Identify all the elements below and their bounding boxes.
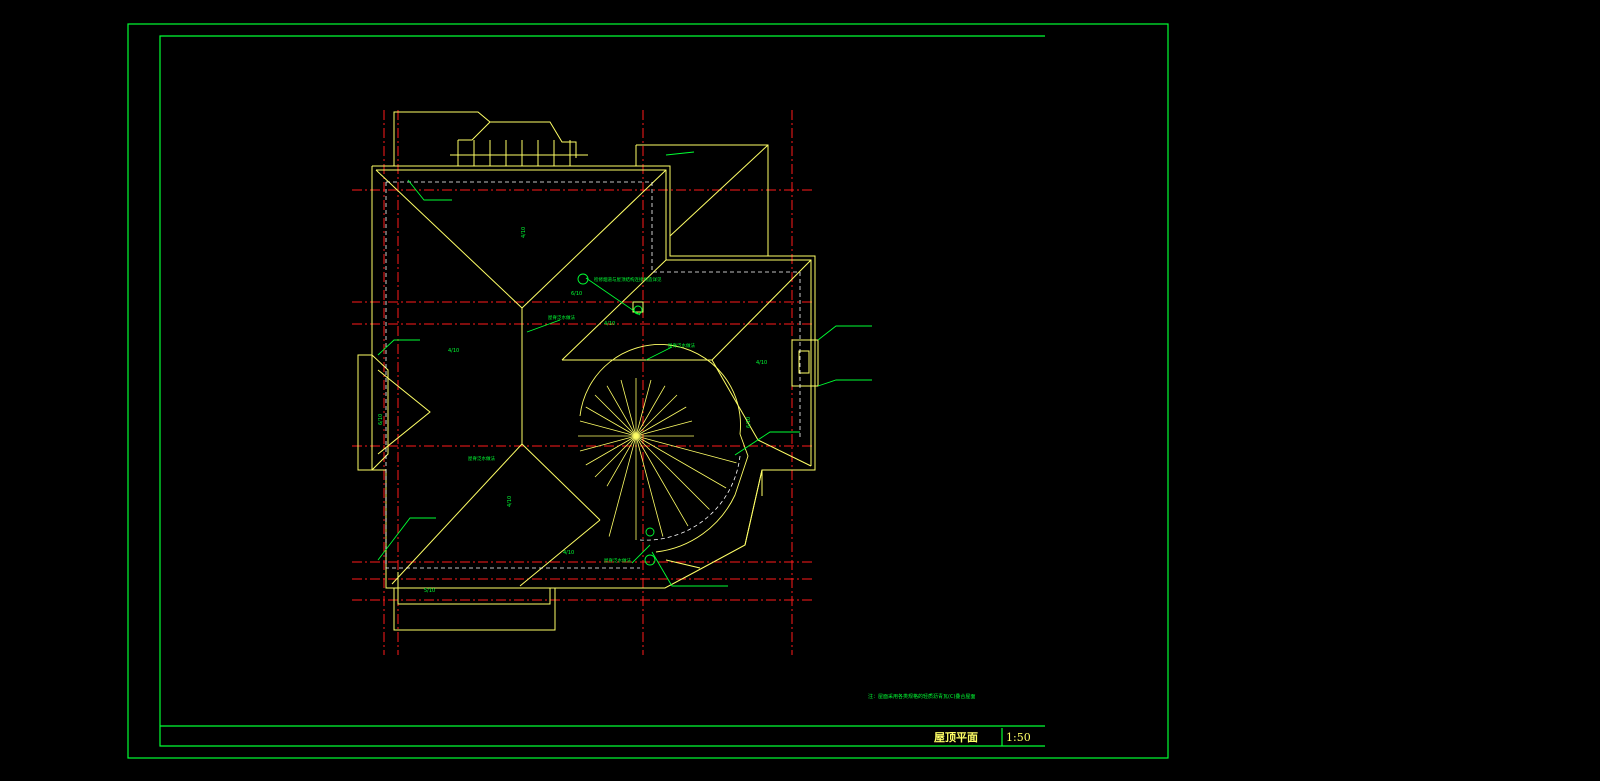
slope-label-9: 5/10	[424, 588, 435, 594]
leader-6	[817, 379, 872, 387]
inner-sheet-border	[159, 35, 1045, 747]
slope-label-10: 4/10	[604, 321, 615, 327]
chimney-flue	[798, 350, 810, 374]
annotation-leaders	[377, 151, 872, 587]
slope-label-3: 6/10	[571, 291, 582, 297]
tower-rafter	[635, 435, 737, 464]
callout-5: 屋脊泛水做法	[468, 455, 495, 462]
callout-1: 检修烟道与屋顶结构连接构造详见	[594, 276, 662, 283]
callout-2: 屋脊泛水做法	[548, 314, 575, 321]
hip-line-9	[757, 439, 812, 467]
tower-rafter	[608, 435, 637, 537]
axis-grid	[352, 110, 815, 655]
leader-9	[585, 277, 641, 316]
tower-outline	[579, 344, 749, 553]
drawing-title: 屋顶平面	[934, 731, 978, 744]
roof-plan-drawing: 屋顶平面 1:50 注：屋面采用各类规格的轻质沥青瓦(C)叠合屋面 4/10 4…	[127, 23, 1169, 759]
gutter-dashed-1	[386, 181, 801, 440]
leader-2	[665, 151, 695, 156]
hip-line-6	[711, 259, 812, 361]
slope-label-2: 4/10	[448, 348, 459, 354]
detail-marker-1	[577, 273, 589, 285]
detail-marker-4	[645, 527, 655, 537]
tower-rafter	[635, 435, 689, 527]
slope-label-5: 6/10	[378, 414, 384, 425]
callout-4: 屋脊泛水做法	[604, 557, 631, 564]
detail-marker-3	[644, 554, 656, 566]
tower-rafter	[635, 435, 710, 510]
tower-rafter	[579, 435, 637, 452]
leader-8	[651, 551, 728, 587]
hip-line-3	[391, 443, 523, 585]
skylight	[632, 301, 644, 313]
conical-tower-roof	[579, 344, 749, 553]
leader-10	[526, 319, 561, 333]
slope-label-1: 4/10	[521, 227, 527, 238]
eave-outline	[357, 165, 816, 589]
slope-label-7: 4/10	[563, 550, 574, 556]
slope-label-6: 4/10	[507, 496, 513, 507]
detail-marker-2	[633, 305, 643, 315]
tower-edge-2	[665, 559, 701, 569]
leader-7	[734, 431, 800, 456]
leader-4	[377, 517, 436, 561]
hip-line-4	[521, 443, 601, 521]
chimney-box	[791, 339, 819, 387]
parapet-outline	[393, 111, 577, 166]
leader-5	[817, 325, 872, 341]
slope-label-8: 6/10	[746, 417, 752, 428]
slope-label-4: 4/10	[756, 360, 767, 366]
slope-labels: 4/10 4/10 6/10 4/10 6/10 4/10 4/10 6/10 …	[378, 227, 767, 594]
hip-line-2	[521, 169, 667, 309]
hip-line-5	[519, 519, 601, 587]
tower-edge	[744, 469, 763, 546]
parapet-posts	[457, 140, 571, 166]
parapet-edge	[458, 121, 491, 141]
callout-texts: 检修烟道与屋顶结构连接构造详见 屋脊泛水做法 屋脊泛水做法 屋脊泛水做法 屋脊泛…	[468, 276, 695, 564]
tower-rafter	[620, 379, 637, 437]
callout-3: 屋脊泛水做法	[668, 342, 695, 349]
gutter-dashed-2	[385, 182, 640, 569]
tower-rafter	[635, 435, 727, 489]
tower-rafter	[579, 420, 637, 437]
tower-rafter	[635, 420, 693, 437]
drawing-scale: 1:50	[1006, 731, 1031, 744]
tower-rafter	[635, 435, 664, 537]
porch-outline	[393, 588, 556, 631]
leader-12	[631, 544, 651, 564]
roof-note: 注：屋面采用各类规格的轻质沥青瓦(C)叠合屋面	[868, 693, 975, 700]
cad-viewport[interactable]: 屋顶平面 1:50 注：屋面采用各类规格的轻质沥青瓦(C)叠合屋面 4/10 4…	[0, 0, 1600, 781]
tower-rafters	[578, 378, 737, 540]
annex-outline	[636, 144, 769, 256]
